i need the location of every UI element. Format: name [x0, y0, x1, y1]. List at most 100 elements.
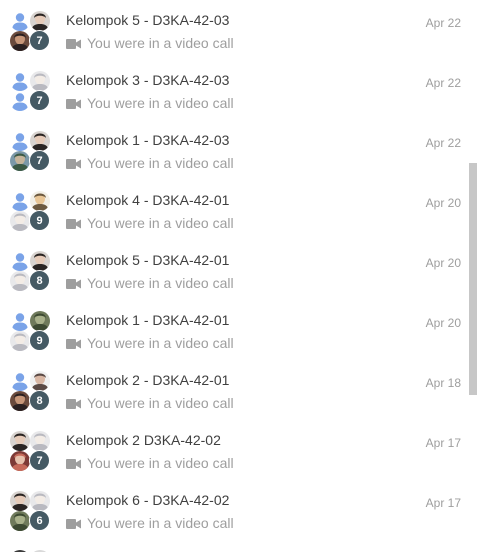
default-avatar-icon — [10, 251, 30, 271]
default-avatar-icon — [10, 131, 30, 151]
conversation-list-panel: 7 Kelompok 5 - D3KA-42-03 You were in a vi… — [0, 0, 489, 552]
conversation-row[interactable]: 7 Kelompok 2 D3KA-42-02 You were in a vide… — [0, 420, 470, 480]
conversation-title: Kelompok 1 - D3KA-42-01 — [66, 312, 230, 328]
conversation-row[interactable]: 6 Kelompok 6 - D3KA-42-02 You were in a vi… — [0, 480, 470, 540]
group-avatar: 7 — [9, 70, 51, 112]
group-avatar: 8 — [9, 250, 51, 292]
default-avatar-icon — [10, 91, 30, 111]
partial-row-avatars — [9, 547, 51, 552]
member-avatar — [10, 491, 30, 511]
conversation-subtitle: You were in a video call — [66, 155, 234, 172]
group-avatar: 9 — [9, 190, 51, 232]
conversation-title: Kelompok 5 - D3KA-42-01 — [66, 252, 230, 268]
conversation-subtitle: You were in a video call — [66, 275, 234, 292]
member-avatar — [30, 11, 50, 31]
conversation-date: Apr 17 — [425, 496, 461, 510]
member-count-badge: 7 — [29, 450, 50, 471]
member-avatar — [30, 431, 50, 451]
member-count-badge: 7 — [29, 150, 50, 171]
member-count-badge: 6 — [29, 510, 50, 531]
group-avatar: 7 — [9, 130, 51, 172]
conversation-date: Apr 20 — [425, 316, 461, 330]
video-camera-icon — [66, 156, 81, 172]
default-avatar-icon — [10, 311, 30, 331]
conversation-title: Kelompok 6 - D3KA-42-02 — [66, 492, 230, 508]
last-activity-text: You were in a video call — [87, 35, 234, 51]
group-avatar: 6 — [9, 490, 51, 532]
conversation-subtitle: You were in a video call — [66, 515, 234, 532]
member-avatar — [10, 451, 30, 471]
conversation-date: Apr 20 — [425, 256, 461, 270]
member-avatar — [10, 31, 30, 51]
conversation-date: Apr 22 — [425, 136, 461, 150]
conversation-subtitle: You were in a video call — [66, 335, 234, 352]
group-avatar: 7 — [9, 430, 51, 472]
scrollbar-thumb[interactable] — [469, 163, 477, 395]
conversation-row[interactable]: 7 Kelompok 1 - D3KA-42-03 You were in a vi… — [0, 120, 470, 180]
member-avatar — [30, 71, 50, 91]
conversation-date: Apr 22 — [425, 16, 461, 30]
conversation-list: 7 Kelompok 5 - D3KA-42-03 You were in a vi… — [0, 0, 470, 540]
member-count-badge: 7 — [29, 90, 50, 111]
conversation-date: Apr 18 — [425, 376, 461, 390]
member-avatar — [10, 211, 30, 231]
member-count-badge: 8 — [29, 270, 50, 291]
member-avatar — [10, 511, 30, 531]
video-camera-icon — [66, 336, 81, 352]
member-count-badge: 8 — [29, 390, 50, 411]
conversation-title: Kelompok 3 - D3KA-42-03 — [66, 72, 230, 88]
group-avatar: 9 — [9, 310, 51, 352]
default-avatar-icon — [10, 71, 30, 91]
member-avatar — [30, 311, 50, 331]
conversation-subtitle: You were in a video call — [66, 215, 234, 232]
last-activity-text: You were in a video call — [87, 395, 234, 411]
video-camera-icon — [66, 36, 81, 52]
member-avatar — [30, 191, 50, 211]
member-count-badge: 9 — [29, 210, 50, 231]
conversation-title: Kelompok 2 - D3KA-42-01 — [66, 372, 230, 388]
conversation-subtitle: You were in a video call — [66, 395, 234, 412]
video-camera-icon — [66, 396, 81, 412]
member-avatar — [10, 271, 30, 291]
conversation-title: Kelompok 2 D3KA-42-02 — [66, 432, 221, 448]
video-camera-icon — [66, 276, 81, 292]
last-activity-text: You were in a video call — [87, 335, 234, 351]
conversation-title: Kelompok 4 - D3KA-42-01 — [66, 192, 230, 208]
video-camera-icon — [66, 216, 81, 232]
conversation-subtitle: You were in a video call — [66, 95, 234, 112]
conversation-subtitle: You were in a video call — [66, 455, 234, 472]
conversation-row[interactable]: 8 Kelompok 5 - D3KA-42-01 You were in a vi… — [0, 240, 470, 300]
conversation-date: Apr 20 — [425, 196, 461, 210]
conversation-title: Kelompok 5 - D3KA-42-03 — [66, 12, 230, 28]
last-activity-text: You were in a video call — [87, 455, 234, 471]
member-count-badge: 9 — [29, 330, 50, 351]
last-activity-text: You were in a video call — [87, 95, 234, 111]
video-camera-icon — [66, 96, 81, 112]
conversation-row[interactable]: 7 Kelompok 3 - D3KA-42-03 You were in a vi… — [0, 60, 470, 120]
conversation-row[interactable]: 8 Kelompok 2 - D3KA-42-01 You were in a vi… — [0, 360, 470, 420]
member-avatar — [30, 251, 50, 271]
last-activity-text: You were in a video call — [87, 215, 234, 231]
video-camera-icon — [66, 456, 81, 472]
default-avatar-icon — [10, 11, 30, 31]
member-count-badge: 7 — [29, 30, 50, 51]
member-avatar — [30, 371, 50, 391]
last-activity-text: You were in a video call — [87, 275, 234, 291]
conversation-row[interactable]: 9 Kelompok 1 - D3KA-42-01 You were in a vi… — [0, 300, 470, 360]
member-avatar — [30, 131, 50, 151]
member-avatar — [10, 331, 30, 351]
member-avatar — [10, 151, 30, 171]
conversation-row[interactable]: 9 Kelompok 4 - D3KA-42-01 You were in a vi… — [0, 180, 470, 240]
default-avatar-icon — [10, 371, 30, 391]
conversation-date: Apr 17 — [425, 436, 461, 450]
conversation-date: Apr 22 — [425, 76, 461, 90]
last-activity-text: You were in a video call — [87, 515, 234, 531]
last-activity-text: You were in a video call — [87, 155, 234, 171]
member-avatar — [30, 491, 50, 511]
conversation-subtitle: You were in a video call — [66, 35, 234, 52]
member-avatar — [10, 431, 30, 451]
group-avatar: 8 — [9, 370, 51, 412]
scrollbar[interactable] — [469, 0, 479, 552]
member-avatar — [10, 391, 30, 411]
conversation-row[interactable]: 7 Kelompok 5 - D3KA-42-03 You were in a vi… — [0, 0, 470, 60]
